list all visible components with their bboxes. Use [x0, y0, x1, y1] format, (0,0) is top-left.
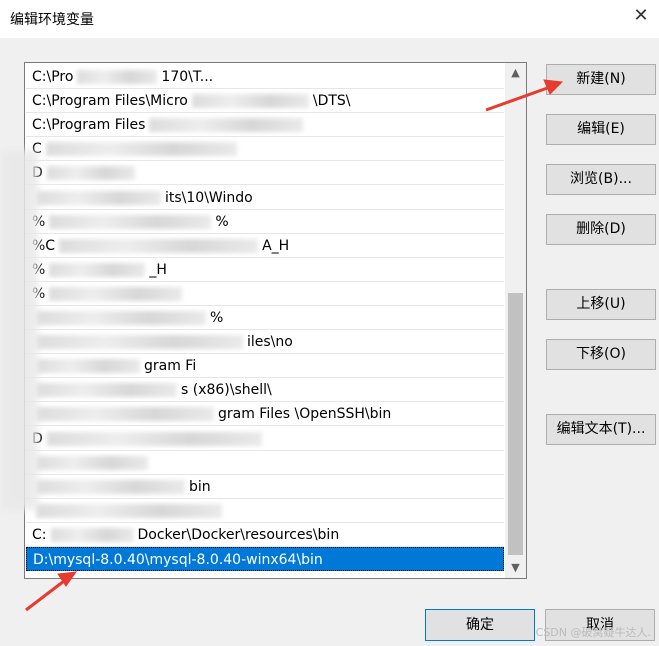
list-item-tail: iles\no [247, 334, 293, 351]
list-item[interactable]: %% [26, 210, 504, 234]
list-item[interactable] [26, 451, 504, 475]
watermark: CSDN @破窝疑牛达人. [535, 626, 651, 639]
redaction-blur [36, 190, 161, 205]
list-item-tail: 170\T... [161, 69, 214, 85]
list-item[interactable]: gram Fi [26, 354, 504, 379]
vertical-scrollbar[interactable]: ▲ ▼ [505, 63, 526, 578]
list-item[interactable]: C [26, 137, 504, 162]
edit-button[interactable]: 编辑(E) [546, 114, 656, 145]
redaction-blur [36, 383, 177, 398]
edit-text-button[interactable]: 编辑文本(T)... [546, 414, 656, 445]
title-bar: 编辑环境变量 ✕ [0, 0, 659, 38]
list-item[interactable]: C:\Pro 170\T... [26, 65, 504, 89]
redaction-blur [149, 118, 304, 133]
list-item[interactable]: C: Docker\Docker\resources\bin [26, 523, 504, 547]
list-item-tail: % [215, 213, 229, 230]
list-item[interactable]: C:\Program Files\Micro \DTS\ [26, 89, 504, 114]
ok-button[interactable]: 确定 [425, 609, 535, 641]
list-item-tail: its\10\Windo [165, 189, 253, 206]
redaction-blur [36, 455, 148, 470]
list-item[interactable]: iles\no [26, 330, 504, 355]
move-down-button[interactable]: 下移(O) [546, 339, 656, 370]
path-list[interactable]: ▲ ▼ C:\Pro 170\T... C:\Program Files\Micro… [24, 62, 527, 579]
redaction-blur [49, 262, 146, 277]
delete-button[interactable]: 删除(D) [546, 214, 656, 245]
list-item[interactable] [26, 499, 504, 523]
redaction-blur [36, 311, 206, 325]
list-item-text: C:\Pro [32, 69, 74, 85]
list-item-tail: A_H [262, 237, 290, 254]
redaction-blur [2, 150, 38, 510]
list-item-tail: \DTS\ [312, 93, 351, 110]
redaction-blur [36, 335, 243, 350]
list-item-tail: bin [189, 478, 211, 495]
list-item[interactable]: % [26, 306, 504, 330]
redaction-blur [36, 359, 140, 374]
list-item[interactable]: % [26, 282, 504, 306]
list-item[interactable]: D [26, 161, 504, 186]
list-item-text: C: [32, 526, 47, 543]
redaction-blur [49, 286, 183, 301]
redaction-blur [50, 527, 134, 542]
redaction-blur [36, 479, 185, 494]
list-item[interactable]: gram Files \OpenSSH\bin [26, 402, 504, 427]
list-item-selected[interactable]: D:\mysql-8.0.40\mysql-8.0.40-winx64\bin [26, 547, 504, 571]
move-up-button[interactable]: 上移(U) [546, 289, 656, 320]
list-item[interactable]: bin [26, 475, 504, 499]
new-button[interactable]: 新建(N) [546, 64, 656, 95]
list-item-tail: gram Files \OpenSSH\bin [218, 406, 392, 423]
redaction-blur [36, 503, 222, 518]
redaction-blur [49, 214, 212, 229]
close-icon[interactable]: ✕ [629, 4, 653, 28]
list-item-tail: Docker\Docker\resources\bin [137, 526, 340, 543]
redaction-blur [46, 166, 135, 181]
list-item-text: C:\Program Files [32, 117, 146, 134]
redaction-blur [36, 407, 214, 422]
list-item[interactable]: D [26, 427, 504, 451]
list-item-tail: % [210, 310, 224, 326]
redaction-blur [45, 142, 237, 157]
redaction-blur [59, 238, 259, 253]
list-item-text: C:\Program Files\Micro [32, 93, 188, 110]
window-title: 编辑环境变量 [10, 12, 94, 28]
scroll-up-icon[interactable]: ▲ [505, 63, 526, 83]
list-item[interactable]: its\10\Windo [26, 186, 504, 210]
list-item-tail: _H [149, 261, 167, 278]
redaction-blur [46, 431, 262, 446]
list-item[interactable]: C:\Program Files [26, 113, 504, 138]
redaction-blur [191, 94, 309, 109]
list-item-text: D:\mysql-8.0.40\mysql-8.0.40-winx64\bin [33, 552, 323, 568]
scroll-down-icon[interactable]: ▼ [505, 558, 526, 578]
scrollbar-thumb[interactable] [508, 293, 523, 555]
list-item-tail: gram Fi [144, 358, 197, 375]
list-item[interactable]: %C A_H [26, 234, 504, 258]
redaction-blur [77, 70, 158, 84]
browse-button[interactable]: 浏览(B)... [546, 164, 656, 195]
list-item-tail: s (x86)\shell\ [181, 382, 272, 399]
list-item[interactable]: % _H [26, 258, 504, 282]
list-item[interactable]: s (x86)\shell\ [26, 378, 504, 403]
